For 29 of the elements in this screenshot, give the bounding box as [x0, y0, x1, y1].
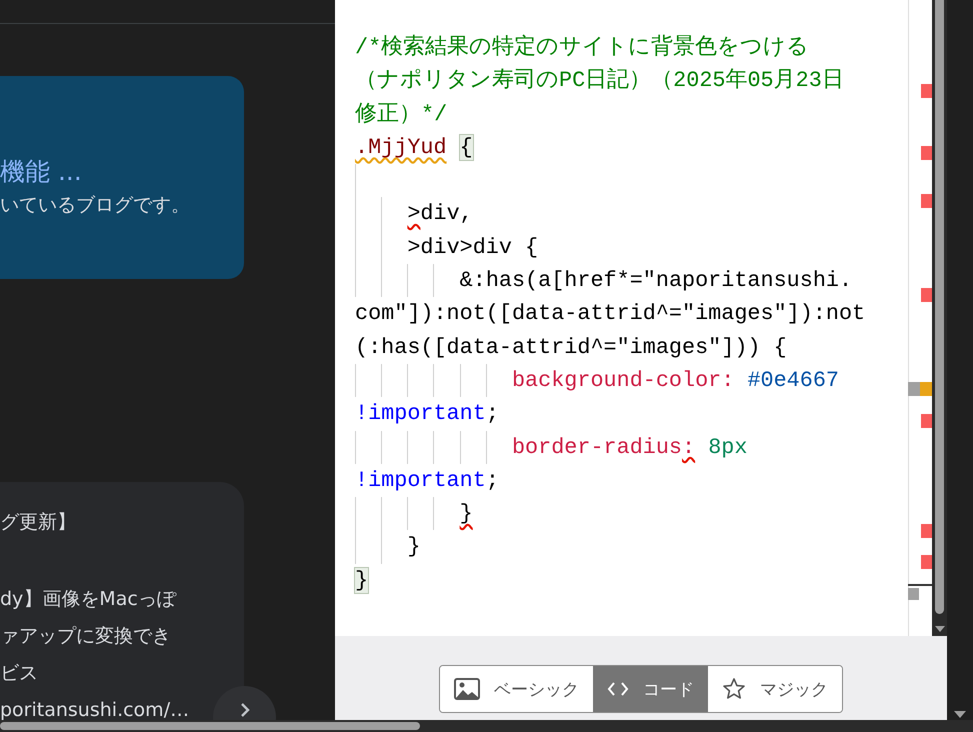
result-text: グ更新】 — [0, 510, 76, 535]
result-text: dy】画像をMacっぽ — [0, 587, 176, 612]
chevron-right-icon — [240, 702, 250, 718]
code-line: >div>div { — [406, 234, 538, 262]
horizontal-scrollbar[interactable] — [0, 720, 973, 732]
code-line: >div, — [406, 200, 473, 228]
code-line: !important; — [355, 400, 499, 428]
code-icon — [607, 681, 629, 697]
scrollbar[interactable] — [932, 0, 947, 636]
code-line: .MjjYud { — [355, 134, 473, 162]
result-text: ビス — [0, 661, 38, 686]
code-line: } — [406, 533, 420, 562]
code-line: !important; — [355, 466, 499, 495]
image-icon — [454, 678, 480, 700]
result-title-link[interactable]: 機能 ... — [0, 156, 82, 188]
result-text: ァアップに変換でき — [0, 624, 171, 649]
code-line: background-color: #0e4667 — [510, 366, 839, 395]
code-line: (:has([data-attrid^="images"])) { — [355, 334, 787, 362]
result-text: poritansushi.com/… — [0, 698, 190, 720]
code-line: } — [458, 500, 473, 528]
mode-tab[interactable]: コード — [593, 666, 708, 712]
star-icon — [722, 677, 746, 701]
result-snippet: いているブログです。 — [0, 193, 190, 218]
code-line: com"]):not([data-attrid^="images"]):not — [355, 300, 866, 328]
code-line: /*検索結果の特定のサイトに背景色をつける — [355, 34, 810, 62]
code-line: border-radius: 8px — [510, 434, 748, 462]
code-line: &:has(a[href*="naporitansushi. — [458, 267, 852, 296]
code-line: （ナポリタン寿司のPC日記）（2025年05月23日 — [355, 66, 844, 96]
code-line: 修正）*/ — [355, 100, 448, 129]
